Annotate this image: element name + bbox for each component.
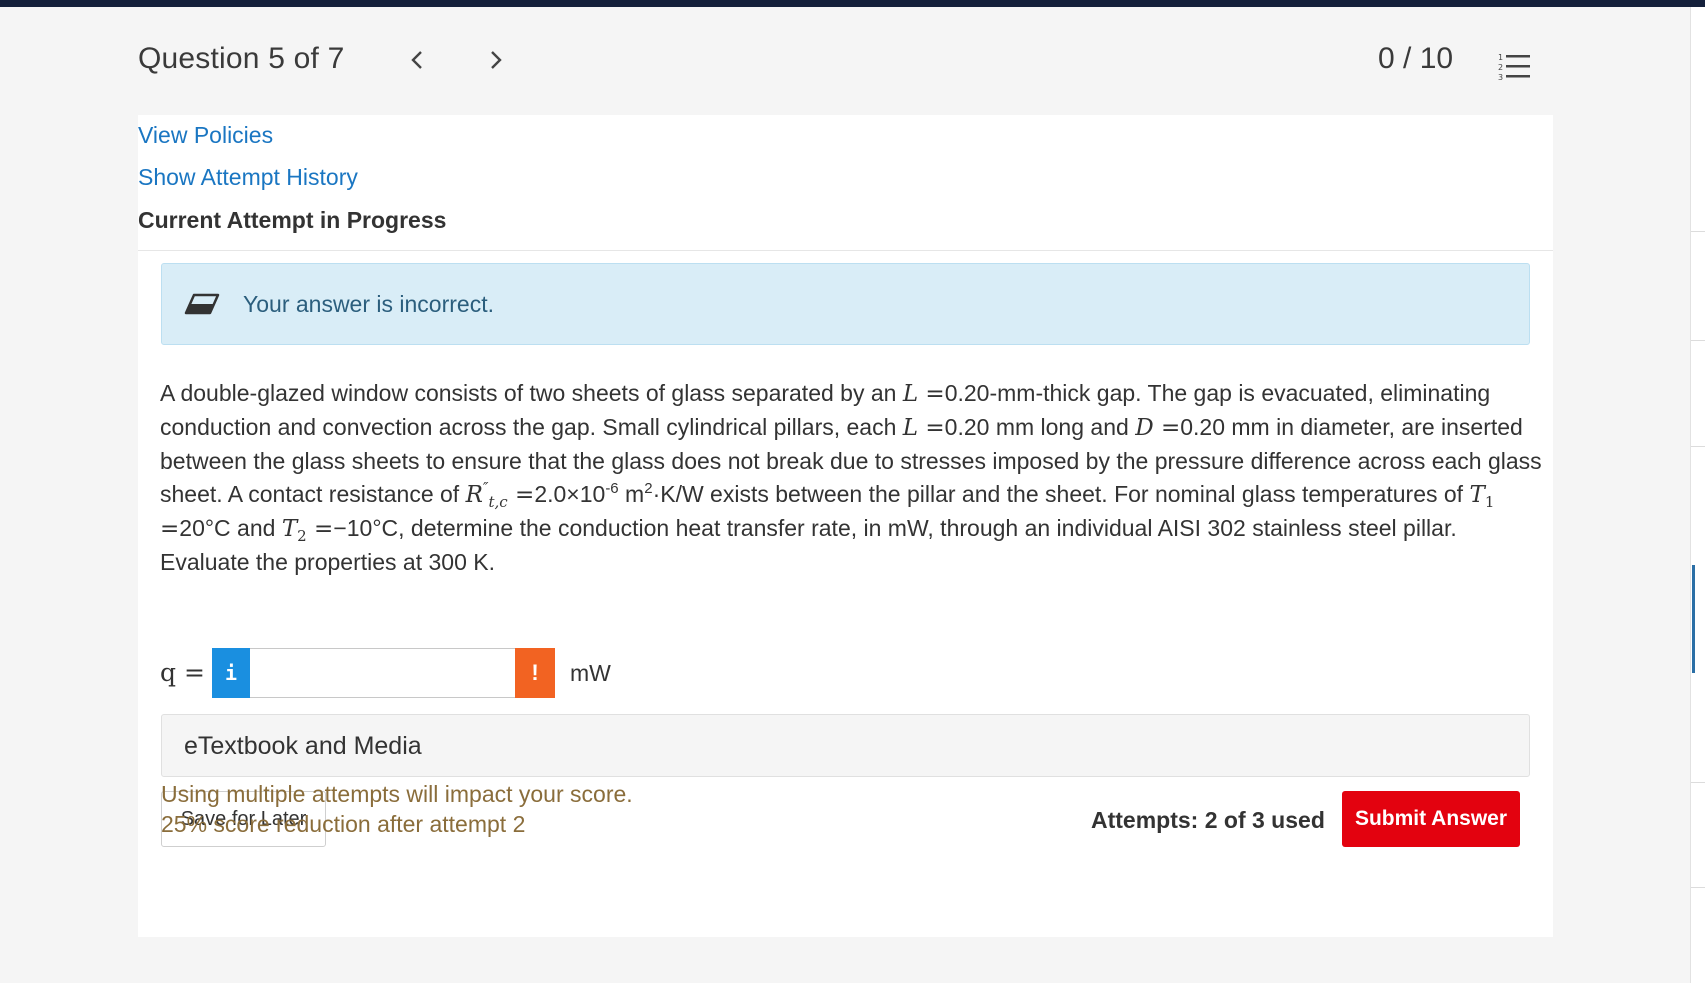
view-policies-link[interactable]: View Policies [138, 122, 273, 149]
answer-unit: mW [570, 660, 611, 686]
answer-row: q = i ! mW [160, 648, 760, 698]
exclamation-icon: ! [531, 660, 539, 685]
question-list-icon[interactable]: 1 2 3 [1498, 51, 1532, 81]
chevron-left-icon [411, 51, 422, 69]
penalty-notice: Using multiple attempts will impact your… [161, 781, 633, 807]
feedback-alert: Your answer is incorrect. [161, 263, 1530, 345]
feedback-message: Your answer is incorrect. [243, 291, 494, 317]
scroll-indicator[interactable] [1692, 565, 1695, 673]
svg-text:3: 3 [1498, 73, 1503, 81]
eraser-icon [184, 293, 220, 315]
submit-answer-button[interactable]: Submit Answer [1342, 791, 1520, 847]
question-text: A double-glazed window consists of two s… [160, 380, 1542, 575]
question-counter: Question 5 of 7 [138, 42, 345, 75]
next-question-button[interactable] [481, 45, 511, 75]
divider [138, 250, 1553, 251]
show-attempt-history-link[interactable]: Show Attempt History [138, 164, 358, 191]
etextbook-media-panel[interactable]: eTextbook and Media [161, 714, 1530, 777]
answer-input[interactable] [250, 648, 515, 698]
svg-text:1: 1 [1498, 53, 1503, 62]
incorrect-indicator[interactable]: ! [515, 648, 555, 698]
attempts-counter: Attempts: 2 of 3 used [1091, 807, 1325, 833]
svg-text:2: 2 [1498, 63, 1503, 72]
current-attempt-heading: Current Attempt in Progress [138, 207, 447, 233]
info-button[interactable]: i [212, 648, 250, 698]
etextbook-media-label: eTextbook and Media [184, 732, 422, 760]
penalty-reduction-note: 25% score reduction after attempt 2 [161, 811, 526, 837]
top-accent-bar [0, 0, 1705, 7]
right-side-panel [1690, 7, 1705, 983]
answer-variable-label: q = [160, 658, 205, 687]
previous-question-button[interactable] [402, 45, 432, 75]
question-panel: View Policies Show Attempt History Curre… [138, 115, 1553, 937]
chevron-right-icon [491, 51, 502, 69]
question-header: Question 5 of 7 0 / 10 1 2 3 [0, 7, 1690, 115]
info-icon: i [224, 661, 238, 685]
score-display: 0 / 10 [1378, 42, 1454, 75]
